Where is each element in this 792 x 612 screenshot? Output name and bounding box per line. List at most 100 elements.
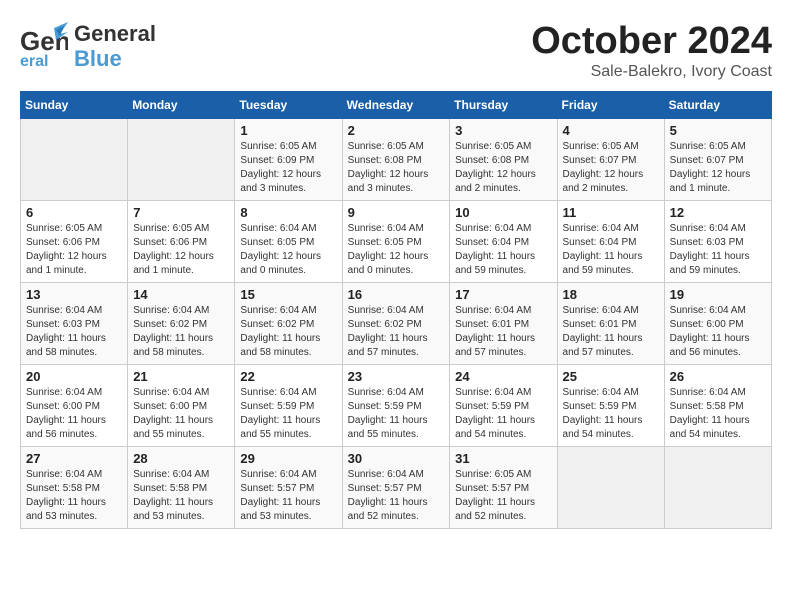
day-info: Sunrise: 6:04 AM Sunset: 6:00 PM Dayligh… xyxy=(26,386,122,442)
day-info: Sunrise: 6:04 AM Sunset: 5:58 PM Dayligh… xyxy=(670,386,766,442)
day-info: Sunrise: 6:04 AM Sunset: 6:03 PM Dayligh… xyxy=(26,304,122,360)
calendar-cell: 6 Sunrise: 6:05 AM Sunset: 6:06 PM Daylig… xyxy=(21,201,128,283)
day-info: Sunrise: 6:04 AM Sunset: 5:59 PM Dayligh… xyxy=(240,386,336,442)
calendar-cell: 18 Sunrise: 6:04 AM Sunset: 6:01 PM Dayli… xyxy=(557,283,664,365)
day-number: 3 xyxy=(455,123,551,138)
day-info: Sunrise: 6:05 AM Sunset: 6:07 PM Dayligh… xyxy=(670,140,766,196)
calendar-cell: 30 Sunrise: 6:04 AM Sunset: 5:57 PM Dayli… xyxy=(342,447,450,529)
calendar-cell: 15 Sunrise: 6:04 AM Sunset: 6:02 PM Dayli… xyxy=(235,283,342,365)
weekday-header-thursday: Thursday xyxy=(450,92,557,119)
day-info: Sunrise: 6:04 AM Sunset: 5:59 PM Dayligh… xyxy=(455,386,551,442)
day-info: Sunrise: 6:04 AM Sunset: 6:02 PM Dayligh… xyxy=(133,304,229,360)
day-number: 17 xyxy=(455,287,551,302)
calendar-cell: 5 Sunrise: 6:05 AM Sunset: 6:07 PM Daylig… xyxy=(664,119,771,201)
calendar-cell xyxy=(664,447,771,529)
day-info: Sunrise: 6:05 AM Sunset: 6:06 PM Dayligh… xyxy=(133,222,229,278)
day-number: 2 xyxy=(348,123,445,138)
day-info: Sunrise: 6:04 AM Sunset: 6:02 PM Dayligh… xyxy=(348,304,445,360)
calendar-cell: 29Sunrise: 6:04 AM Sunset: 5:57 PM Dayli… xyxy=(235,447,342,529)
day-number: 11 xyxy=(563,205,659,220)
weekday-header-tuesday: Tuesday xyxy=(235,92,342,119)
day-number: 28 xyxy=(133,451,229,466)
calendar-cell: 26 Sunrise: 6:04 AM Sunset: 5:58 PM Dayli… xyxy=(664,365,771,447)
day-info: Sunrise: 6:05 AM Sunset: 6:06 PM Dayligh… xyxy=(26,222,122,278)
calendar-cell: 7 Sunrise: 6:05 AM Sunset: 6:06 PM Daylig… xyxy=(128,201,235,283)
day-number: 9 xyxy=(348,205,445,220)
calendar-cell: 23 Sunrise: 6:04 AM Sunset: 5:59 PM Dayli… xyxy=(342,365,450,447)
calendar-table: SundayMondayTuesdayWednesdayThursdayFrid… xyxy=(20,91,772,529)
day-info: Sunrise: 6:04 AM Sunset: 5:59 PM Dayligh… xyxy=(348,386,445,442)
day-number: 8 xyxy=(240,205,336,220)
day-info: Sunrise: 6:04 AM Sunset: 6:05 PM Dayligh… xyxy=(348,222,445,278)
calendar-cell: 27Sunrise: 6:04 AM Sunset: 5:58 PM Dayli… xyxy=(21,447,128,529)
calendar-cell: 20 Sunrise: 6:04 AM Sunset: 6:00 PM Dayli… xyxy=(21,365,128,447)
day-number: 24 xyxy=(455,369,551,384)
calendar-week-row: 20 Sunrise: 6:04 AM Sunset: 6:00 PM Dayli… xyxy=(21,365,772,447)
day-number: 5 xyxy=(670,123,766,138)
day-number: 30 xyxy=(348,451,445,466)
day-number: 6 xyxy=(26,205,122,220)
calendar-cell xyxy=(128,119,235,201)
weekday-header-monday: Monday xyxy=(128,92,235,119)
title-area: October 2024 Sale-Balekro, Ivory Coast xyxy=(531,20,772,81)
page-header: Gen eral General Blue October 2024 Sale-… xyxy=(20,20,772,81)
day-info: Sunrise: 6:04 AM Sunset: 6:04 PM Dayligh… xyxy=(455,222,551,278)
calendar-cell: 8 Sunrise: 6:04 AM Sunset: 6:05 PM Daylig… xyxy=(235,201,342,283)
location-subtitle: Sale-Balekro, Ivory Coast xyxy=(531,63,772,81)
calendar-cell: 4Sunrise: 6:05 AM Sunset: 6:07 PM Daylig… xyxy=(557,119,664,201)
calendar-cell: 28 Sunrise: 6:04 AM Sunset: 5:58 PM Dayli… xyxy=(128,447,235,529)
calendar-cell xyxy=(21,119,128,201)
day-info: Sunrise: 6:04 AM Sunset: 6:00 PM Dayligh… xyxy=(670,304,766,360)
day-info: Sunrise: 6:04 AM Sunset: 5:57 PM Dayligh… xyxy=(348,468,445,524)
calendar-header-row: SundayMondayTuesdayWednesdayThursdayFrid… xyxy=(21,92,772,119)
day-info: Sunrise: 6:05 AM Sunset: 6:09 PM Dayligh… xyxy=(240,140,336,196)
day-info: Sunrise: 6:04 AM Sunset: 6:01 PM Dayligh… xyxy=(563,304,659,360)
calendar-cell: 1 Sunrise: 6:05 AM Sunset: 6:09 PM Daylig… xyxy=(235,119,342,201)
calendar-cell xyxy=(557,447,664,529)
day-number: 26 xyxy=(670,369,766,384)
calendar-cell: 2Sunrise: 6:05 AM Sunset: 6:08 PM Daylig… xyxy=(342,119,450,201)
day-number: 19 xyxy=(670,287,766,302)
svg-text:eral: eral xyxy=(20,53,48,68)
calendar-cell: 16Sunrise: 6:04 AM Sunset: 6:02 PM Dayli… xyxy=(342,283,450,365)
logo-icon: Gen eral xyxy=(20,20,68,68)
logo-general-text: General xyxy=(74,22,156,46)
day-number: 20 xyxy=(26,369,122,384)
day-number: 27 xyxy=(26,451,122,466)
day-number: 31 xyxy=(455,451,551,466)
day-number: 23 xyxy=(348,369,445,384)
logo-blue-text: Blue xyxy=(74,47,156,71)
calendar-week-row: 1 Sunrise: 6:05 AM Sunset: 6:09 PM Daylig… xyxy=(21,119,772,201)
day-number: 12 xyxy=(670,205,766,220)
day-number: 18 xyxy=(563,287,659,302)
day-number: 7 xyxy=(133,205,229,220)
calendar-cell: 21 Sunrise: 6:04 AM Sunset: 6:00 PM Dayli… xyxy=(128,365,235,447)
day-info: Sunrise: 6:04 AM Sunset: 6:02 PM Dayligh… xyxy=(240,304,336,360)
calendar-cell: 3 Sunrise: 6:05 AM Sunset: 6:08 PM Daylig… xyxy=(450,119,557,201)
day-info: Sunrise: 6:04 AM Sunset: 6:03 PM Dayligh… xyxy=(670,222,766,278)
calendar-cell: 11 Sunrise: 6:04 AM Sunset: 6:04 PM Dayli… xyxy=(557,201,664,283)
day-number: 21 xyxy=(133,369,229,384)
day-number: 15 xyxy=(240,287,336,302)
day-number: 29 xyxy=(240,451,336,466)
calendar-cell: 13Sunrise: 6:04 AM Sunset: 6:03 PM Dayli… xyxy=(21,283,128,365)
day-info: Sunrise: 6:04 AM Sunset: 6:01 PM Dayligh… xyxy=(455,304,551,360)
day-info: Sunrise: 6:04 AM Sunset: 5:59 PM Dayligh… xyxy=(563,386,659,442)
day-info: Sunrise: 6:05 AM Sunset: 5:57 PM Dayligh… xyxy=(455,468,551,524)
day-number: 14 xyxy=(133,287,229,302)
day-info: Sunrise: 6:04 AM Sunset: 6:05 PM Dayligh… xyxy=(240,222,336,278)
calendar-cell: 24 Sunrise: 6:04 AM Sunset: 5:59 PM Dayli… xyxy=(450,365,557,447)
logo: Gen eral General Blue xyxy=(20,20,156,73)
day-info: Sunrise: 6:04 AM Sunset: 5:58 PM Dayligh… xyxy=(133,468,229,524)
day-number: 4 xyxy=(563,123,659,138)
day-info: Sunrise: 6:05 AM Sunset: 6:08 PM Dayligh… xyxy=(455,140,551,196)
calendar-cell: 12 Sunrise: 6:04 AM Sunset: 6:03 PM Dayli… xyxy=(664,201,771,283)
day-info: Sunrise: 6:04 AM Sunset: 6:04 PM Dayligh… xyxy=(563,222,659,278)
weekday-header-sunday: Sunday xyxy=(21,92,128,119)
month-title: October 2024 xyxy=(531,20,772,63)
day-number: 1 xyxy=(240,123,336,138)
day-info: Sunrise: 6:04 AM Sunset: 6:00 PM Dayligh… xyxy=(133,386,229,442)
calendar-cell: 22Sunrise: 6:04 AM Sunset: 5:59 PM Dayli… xyxy=(235,365,342,447)
calendar-week-row: 13Sunrise: 6:04 AM Sunset: 6:03 PM Dayli… xyxy=(21,283,772,365)
weekday-header-wednesday: Wednesday xyxy=(342,92,450,119)
